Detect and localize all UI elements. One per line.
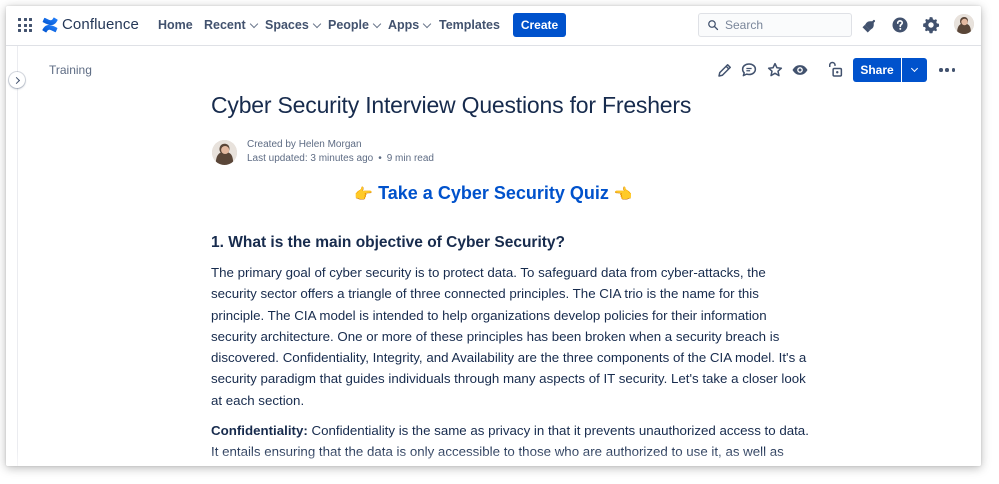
edit-icon[interactable]	[716, 61, 734, 79]
app-name: Confluence	[62, 16, 139, 33]
author-avatar[interactable]	[212, 140, 237, 165]
notifications-icon[interactable]	[861, 16, 879, 34]
chevron-down-icon	[423, 19, 432, 28]
byline-text: Created by Helen Morgan Last updated: 3 …	[247, 138, 434, 166]
restrictions-icon[interactable]	[826, 61, 844, 79]
chevron-down-icon	[910, 64, 919, 73]
last-updated[interactable]: Last updated: 3 minutes ago	[247, 153, 373, 164]
top-navigation: Confluence Home Recent Spaces People App…	[6, 6, 981, 46]
share-dropdown-button[interactable]	[902, 58, 927, 82]
nav-templates[interactable]: Templates	[439, 18, 500, 32]
nav-home-label: Home	[158, 18, 193, 32]
user-avatar[interactable]	[954, 14, 974, 34]
read-time: 9 min read	[386, 153, 434, 164]
nav-apps-label: Apps	[388, 18, 420, 32]
nav-recent[interactable]: Recent	[204, 18, 258, 32]
more-actions-button[interactable]	[939, 68, 955, 72]
confluence-logo-icon	[42, 17, 58, 32]
watch-icon[interactable]	[791, 61, 809, 79]
nav-templates-label: Templates	[439, 18, 500, 32]
chevron-down-icon	[249, 19, 258, 28]
nav-spaces-label: Spaces	[265, 18, 309, 32]
paragraph: Confidentiality: Confidentiality is the …	[211, 420, 811, 463]
settings-icon[interactable]	[922, 16, 940, 34]
comment-icon[interactable]	[740, 61, 758, 79]
term-label: Confidentiality:	[211, 423, 308, 438]
quiz-banner: 👉 Take a Cyber Security Quiz 👈	[6, 183, 981, 204]
nav-home[interactable]: Home	[158, 18, 193, 32]
nav-apps[interactable]: Apps	[388, 18, 432, 32]
chevron-down-icon	[372, 19, 382, 28]
chevron-down-icon	[312, 19, 322, 28]
search-icon	[708, 20, 719, 31]
nav-spaces[interactable]: Spaces	[265, 18, 322, 32]
page-meta: Last updated: 3 minutes ago • 9 min read	[247, 152, 434, 166]
breadcrumb[interactable]: Training	[49, 63, 92, 77]
star-icon[interactable]	[766, 61, 784, 79]
page-title: Cyber Security Interview Questions for F…	[211, 92, 692, 118]
author-avatar-image	[212, 140, 237, 165]
question-heading: 1. What is the main objective of Cyber S…	[211, 234, 566, 251]
pointing-right-icon: 👉	[354, 186, 374, 203]
search-box[interactable]	[698, 13, 852, 37]
paragraph: The primary goal of cyber security is to…	[211, 265, 807, 408]
sidebar-divider	[17, 46, 18, 466]
nav-recent-label: Recent	[204, 18, 246, 32]
expand-sidebar-button[interactable]	[9, 72, 25, 88]
chevron-right-icon	[12, 76, 20, 84]
app-window: Confluence Home Recent Spaces People App…	[6, 6, 981, 466]
meta-separator: •	[378, 153, 382, 164]
confluence-logo[interactable]: Confluence	[42, 16, 139, 33]
help-icon[interactable]	[891, 16, 909, 34]
nav-people[interactable]: People	[328, 18, 382, 32]
create-button[interactable]: Create	[513, 13, 566, 37]
quiz-link[interactable]: Take a Cyber Security Quiz	[378, 183, 609, 203]
created-by[interactable]: Created by Helen Morgan	[247, 138, 434, 152]
user-avatar-image	[954, 14, 974, 34]
share-button[interactable]: Share	[853, 58, 901, 82]
app-switcher-grid-icon[interactable]	[18, 18, 32, 32]
page-byline: Created by Helen Morgan Last updated: 3 …	[212, 138, 434, 166]
pointing-left-icon: 👈	[613, 186, 633, 203]
search-input[interactable]	[725, 18, 845, 32]
nav-people-label: People	[328, 18, 369, 32]
more-icon	[939, 68, 943, 72]
